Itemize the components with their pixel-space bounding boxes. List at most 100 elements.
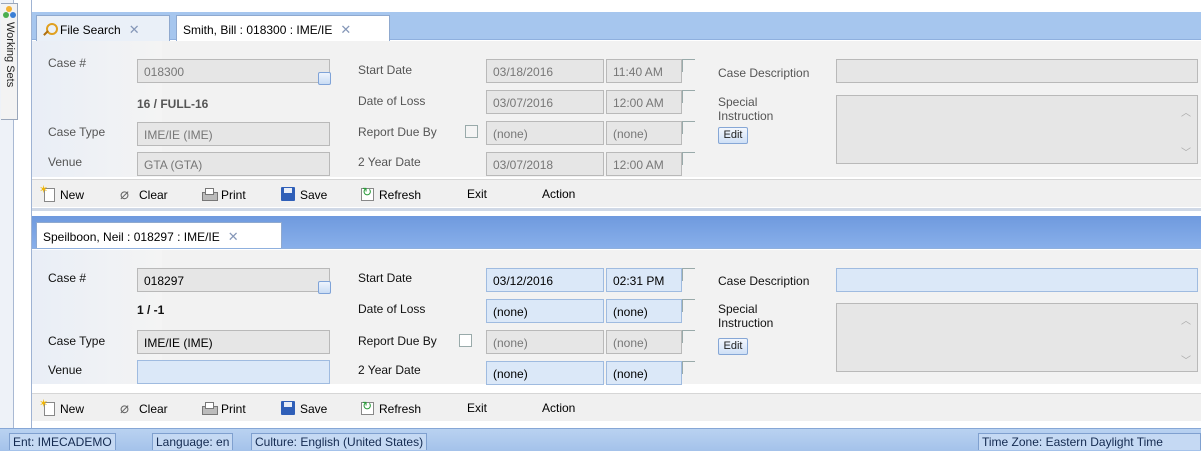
- report-due-field[interactable]: (none): [486, 330, 604, 354]
- clear-icon: [120, 185, 134, 203]
- clear-button[interactable]: Clear: [120, 399, 168, 417]
- status-timezone: Time Zone: Eastern Daylight Time: [978, 433, 1201, 450]
- close-icon[interactable]: ✕: [340, 22, 351, 37]
- working-sets-label: Working Sets: [4, 22, 16, 88]
- tab-case-018297[interactable]: Speilboon, Neil : 018297 : IME/IE ✕: [36, 222, 282, 248]
- exit-button[interactable]: Exit: [467, 401, 487, 415]
- report-due-checkbox[interactable]: [459, 334, 472, 347]
- working-sets-logo-icon: [3, 6, 16, 19]
- status-ent: Ent: IMECADEMO: [9, 433, 116, 450]
- save-icon: [281, 187, 295, 201]
- case-type-field[interactable]: IME/IE (IME): [137, 122, 330, 146]
- case-panel-018300: Case # 018300 16 / FULL-16 Case Type IME…: [32, 41, 1201, 177]
- venue-field[interactable]: GTA (GTA): [137, 152, 330, 176]
- print-button[interactable]: Print: [202, 187, 246, 202]
- clear-button[interactable]: Clear: [120, 185, 168, 203]
- scroll-up-icon[interactable]: ︿: [1181, 312, 1191, 327]
- report-due-label: Report Due By: [358, 334, 437, 348]
- status-culture: Culture: English (United States): [251, 433, 428, 450]
- working-sets-tab[interactable]: Working Sets: [1, 3, 18, 120]
- save-button[interactable]: Save: [281, 187, 327, 202]
- edit-button[interactable]: Edit: [718, 127, 748, 144]
- two-year-date-field[interactable]: 03/07/2018: [486, 152, 604, 176]
- new-button[interactable]: New: [39, 183, 84, 202]
- case-count-text: 1 / -1: [137, 303, 165, 317]
- save-button[interactable]: Save: [281, 401, 327, 416]
- venue-label: Venue: [48, 363, 83, 377]
- tab-case-018300[interactable]: Smith, Bill : 018300 : IME/IE ✕: [176, 15, 390, 41]
- case-type-label: Case Type: [48, 334, 106, 348]
- case-description-label: Case Description: [718, 66, 810, 80]
- edit-button[interactable]: Edit: [718, 338, 748, 355]
- date-of-loss-time-field[interactable]: 12:00 AM: [606, 90, 682, 114]
- venue-field[interactable]: [137, 360, 330, 384]
- special-instruction-field[interactable]: ︿ ﹀: [836, 95, 1198, 164]
- panel-divider: [32, 208, 1201, 211]
- tab-case-018297-label: Speilboon, Neil : 018297 : IME/IE: [43, 230, 220, 244]
- action-button[interactable]: Action: [542, 187, 575, 201]
- case-lookup-button[interactable]: [318, 72, 331, 85]
- case-description-label: Case Description: [718, 274, 810, 288]
- venue-label: Venue: [48, 155, 83, 169]
- two-year-time-field[interactable]: (none): [606, 361, 682, 385]
- case-lookup-button[interactable]: [318, 281, 331, 294]
- date-of-loss-field[interactable]: (none): [486, 299, 604, 323]
- case-panel-018297: Case # 018297 1 / -1 Case Type IME/IE (I…: [32, 250, 1201, 385]
- refresh-button[interactable]: Refresh: [360, 399, 421, 416]
- refresh-button[interactable]: Refresh: [360, 185, 421, 202]
- refresh-icon: [360, 399, 374, 415]
- close-icon[interactable]: ✕: [129, 22, 140, 37]
- case-description-field[interactable]: [836, 268, 1198, 292]
- start-date-label: Start Date: [358, 63, 413, 77]
- new-icon: [39, 397, 55, 416]
- case-no-label: Case #: [48, 271, 87, 285]
- case-no-label: Case #: [48, 56, 87, 70]
- new-icon: [39, 183, 55, 202]
- print-icon: [202, 187, 218, 201]
- start-date-field[interactable]: 03/18/2016: [486, 59, 604, 83]
- start-time-field[interactable]: 02:31 PM: [606, 268, 682, 292]
- scroll-up-icon[interactable]: ︿: [1181, 104, 1191, 119]
- clear-icon: [120, 399, 134, 417]
- special-instruction-label: Special Instruction: [718, 95, 774, 123]
- case-no-field[interactable]: 018297: [137, 268, 330, 292]
- case-description-field[interactable]: [836, 59, 1198, 83]
- tab-file-search-label: File Search: [60, 23, 121, 37]
- start-date-field[interactable]: 03/12/2016: [486, 268, 604, 292]
- report-due-label: Report Due By: [358, 125, 437, 139]
- scroll-down-icon[interactable]: ﹀: [1181, 352, 1191, 367]
- new-button[interactable]: New: [39, 397, 84, 416]
- date-of-loss-label: Date of Loss: [358, 302, 426, 316]
- report-due-time-field[interactable]: (none): [606, 330, 682, 354]
- date-of-loss-time-field[interactable]: (none): [606, 299, 682, 323]
- case-no-field[interactable]: 018300: [137, 59, 330, 83]
- close-icon[interactable]: ✕: [228, 229, 239, 244]
- tab-file-search[interactable]: File Search ✕: [36, 15, 170, 41]
- case-count-text: 16 / FULL-16: [137, 97, 209, 111]
- refresh-icon: [360, 185, 374, 201]
- print-button[interactable]: Print: [202, 401, 246, 416]
- exit-button[interactable]: Exit: [467, 187, 487, 201]
- toolbar-case-018300: New Clear Print Save Refresh Exit Action: [32, 179, 1201, 207]
- two-year-date-label: 2 Year Date: [358, 155, 421, 169]
- report-due-checkbox[interactable]: [465, 125, 478, 138]
- start-date-label: Start Date: [358, 271, 413, 285]
- two-year-date-field[interactable]: (none): [486, 361, 604, 385]
- date-of-loss-field[interactable]: 03/07/2016: [486, 90, 604, 114]
- report-due-field[interactable]: (none): [486, 121, 604, 145]
- special-instruction-field[interactable]: ︿ ﹀: [836, 303, 1198, 372]
- two-year-date-label: 2 Year Date: [358, 363, 421, 377]
- print-icon: [202, 401, 218, 415]
- case-type-field[interactable]: IME/IE (IME): [137, 330, 330, 354]
- status-bar: Ent: IMECADEMO Language: en Culture: Eng…: [0, 428, 1201, 451]
- report-due-time-field[interactable]: (none): [606, 121, 682, 145]
- start-time-field[interactable]: 11:40 AM: [606, 59, 682, 83]
- special-instruction-label: Special Instruction: [718, 302, 774, 330]
- two-year-time-field[interactable]: 12:00 AM: [606, 152, 682, 176]
- case-type-label: Case Type: [48, 125, 106, 139]
- tab-case-018300-label: Smith, Bill : 018300 : IME/IE: [183, 23, 333, 37]
- date-of-loss-label: Date of Loss: [358, 94, 426, 108]
- scroll-down-icon[interactable]: ﹀: [1181, 144, 1191, 159]
- action-button[interactable]: Action: [542, 401, 575, 415]
- search-icon: [43, 23, 58, 36]
